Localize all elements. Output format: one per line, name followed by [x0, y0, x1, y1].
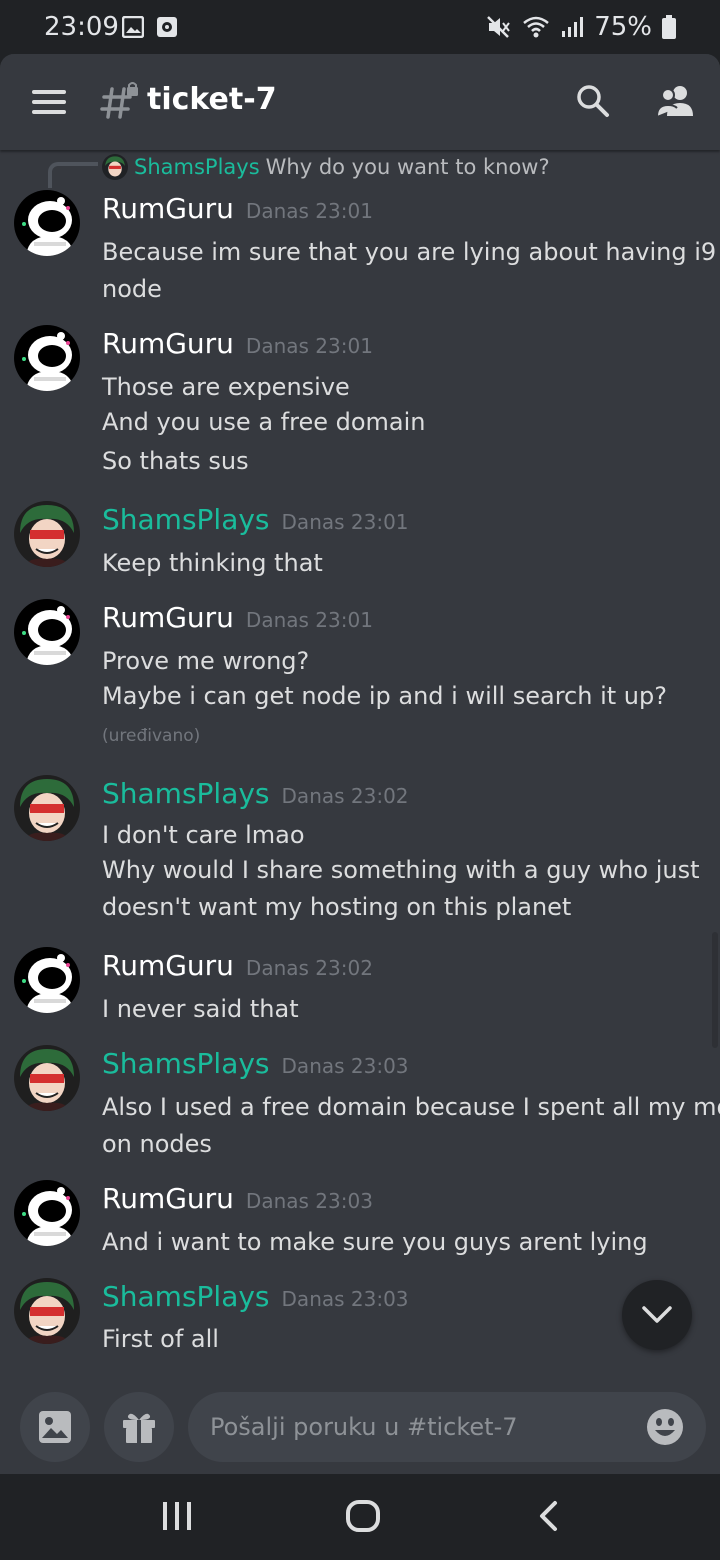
author-name[interactable]: RumGuru [102, 949, 234, 982]
battery-percent: 75% [594, 12, 652, 42]
message-text: doesn't want my hosting on this planet [102, 893, 572, 921]
message-text: node [102, 275, 162, 303]
author-name[interactable]: RumGuru [102, 601, 234, 634]
reply-avatar [102, 154, 128, 180]
channel-title: ticket-7 [147, 82, 277, 117]
author-name[interactable]: ShamsPlays [102, 503, 270, 536]
avatar-rumguru[interactable] [14, 947, 80, 1013]
avatar-rumguru[interactable] [14, 1180, 80, 1246]
attach-image-button[interactable] [20, 1392, 90, 1462]
menu-icon[interactable] [32, 90, 66, 114]
app-notification-icon [157, 17, 177, 37]
message-input[interactable] [208, 1412, 632, 1442]
anime-avatar-icon [14, 775, 80, 841]
signal-icon [562, 17, 584, 37]
message-text: Prove me wrong? [102, 647, 310, 675]
message-text: Because im sure that you are lying about… [102, 238, 717, 266]
astronaut-avatar-icon [14, 599, 80, 665]
status-bar: 23:09 75% [0, 0, 720, 54]
jump-to-present-button[interactable] [622, 1280, 692, 1350]
discord-app: ticket-7 ShamsPlays Why do you want to k… [0, 54, 720, 1474]
message-input-wrapper [188, 1392, 706, 1462]
chevron-down-icon [642, 1306, 672, 1323]
locked-channel-icon [100, 82, 138, 119]
back-icon[interactable] [536, 1500, 560, 1532]
reply-text: Why do you want to know? [265, 155, 550, 179]
avatar-shamsplays[interactable] [14, 1278, 80, 1344]
wifi-icon [523, 16, 550, 38]
reply-author[interactable]: ShamsPlays [134, 155, 260, 179]
message-text: I never said that [102, 995, 299, 1023]
message-text: First of all [102, 1325, 219, 1353]
reply-preview[interactable]: ShamsPlays Why do you want to know? [102, 154, 550, 180]
message-composer [0, 1384, 720, 1474]
edited-label: (uređivano) [102, 726, 201, 746]
astronaut-avatar-icon [14, 190, 80, 256]
anime-avatar-icon [14, 501, 80, 567]
message-text: Why would I share something with a guy w… [102, 856, 700, 884]
author-name[interactable]: RumGuru [102, 1182, 234, 1215]
timestamp: Danas 23:03 [245, 1189, 373, 1213]
reply-connector [48, 162, 98, 188]
anime-avatar-icon [14, 1045, 80, 1111]
timestamp: Danas 23:01 [281, 510, 409, 534]
astronaut-avatar-icon [14, 325, 80, 391]
timestamp: Danas 23:01 [245, 199, 373, 223]
members-icon[interactable] [656, 84, 696, 118]
recent-apps-icon[interactable] [160, 1500, 194, 1532]
timestamp: Danas 23:02 [245, 956, 373, 980]
battery-icon [662, 15, 676, 39]
author-name[interactable]: RumGuru [102, 192, 234, 225]
author-name[interactable]: ShamsPlays [102, 777, 270, 810]
home-icon[interactable] [346, 1500, 380, 1532]
message-text: Maybe i can get node ip and i will searc… [102, 682, 667, 710]
timestamp: Danas 23:03 [281, 1287, 409, 1311]
message-text: on nodes [102, 1130, 212, 1158]
astronaut-avatar-icon [14, 947, 80, 1013]
author-name[interactable]: ShamsPlays [102, 1047, 270, 1080]
author-name[interactable]: ShamsPlays [102, 1280, 270, 1313]
message-text: And i want to make sure you guys arent l… [102, 1228, 648, 1256]
system-nav-bar [0, 1474, 720, 1560]
timestamp: Danas 23:01 [245, 608, 373, 632]
emoji-icon[interactable] [646, 1408, 684, 1446]
avatar-rumguru[interactable] [14, 325, 80, 391]
channel-header: ticket-7 [0, 54, 720, 150]
gallery-notification-icon [122, 16, 144, 38]
message-text: And you use a free domain [102, 408, 426, 436]
message-list[interactable]: ShamsPlays Why do you want to know? RumG… [0, 150, 720, 1400]
avatar-shamsplays[interactable] [14, 1045, 80, 1111]
avatar-shamsplays[interactable] [14, 775, 80, 841]
author-name[interactable]: RumGuru [102, 327, 234, 360]
timestamp: Danas 23:01 [245, 334, 373, 358]
status-time: 23:09 [44, 12, 119, 42]
message-text: Those are expensive [102, 373, 350, 401]
timestamp: Danas 23:03 [281, 1054, 409, 1078]
image-icon [39, 1411, 71, 1443]
message-text: Keep thinking that [102, 549, 323, 577]
search-icon[interactable] [576, 84, 610, 118]
gift-button[interactable] [104, 1392, 174, 1462]
avatar-rumguru[interactable] [14, 599, 80, 665]
message-text: So thats sus [102, 447, 249, 475]
mute-icon [487, 16, 511, 38]
avatar-shamsplays[interactable] [14, 501, 80, 567]
avatar-rumguru[interactable] [14, 190, 80, 256]
scrollbar[interactable] [712, 932, 718, 1048]
message-text: Also I used a free domain because I spen… [102, 1093, 720, 1121]
timestamp: Danas 23:02 [281, 784, 409, 808]
gift-icon [123, 1413, 155, 1443]
message-text: I don't care lmao [102, 821, 305, 849]
anime-avatar-icon [14, 1278, 80, 1344]
astronaut-avatar-icon [14, 1180, 80, 1246]
